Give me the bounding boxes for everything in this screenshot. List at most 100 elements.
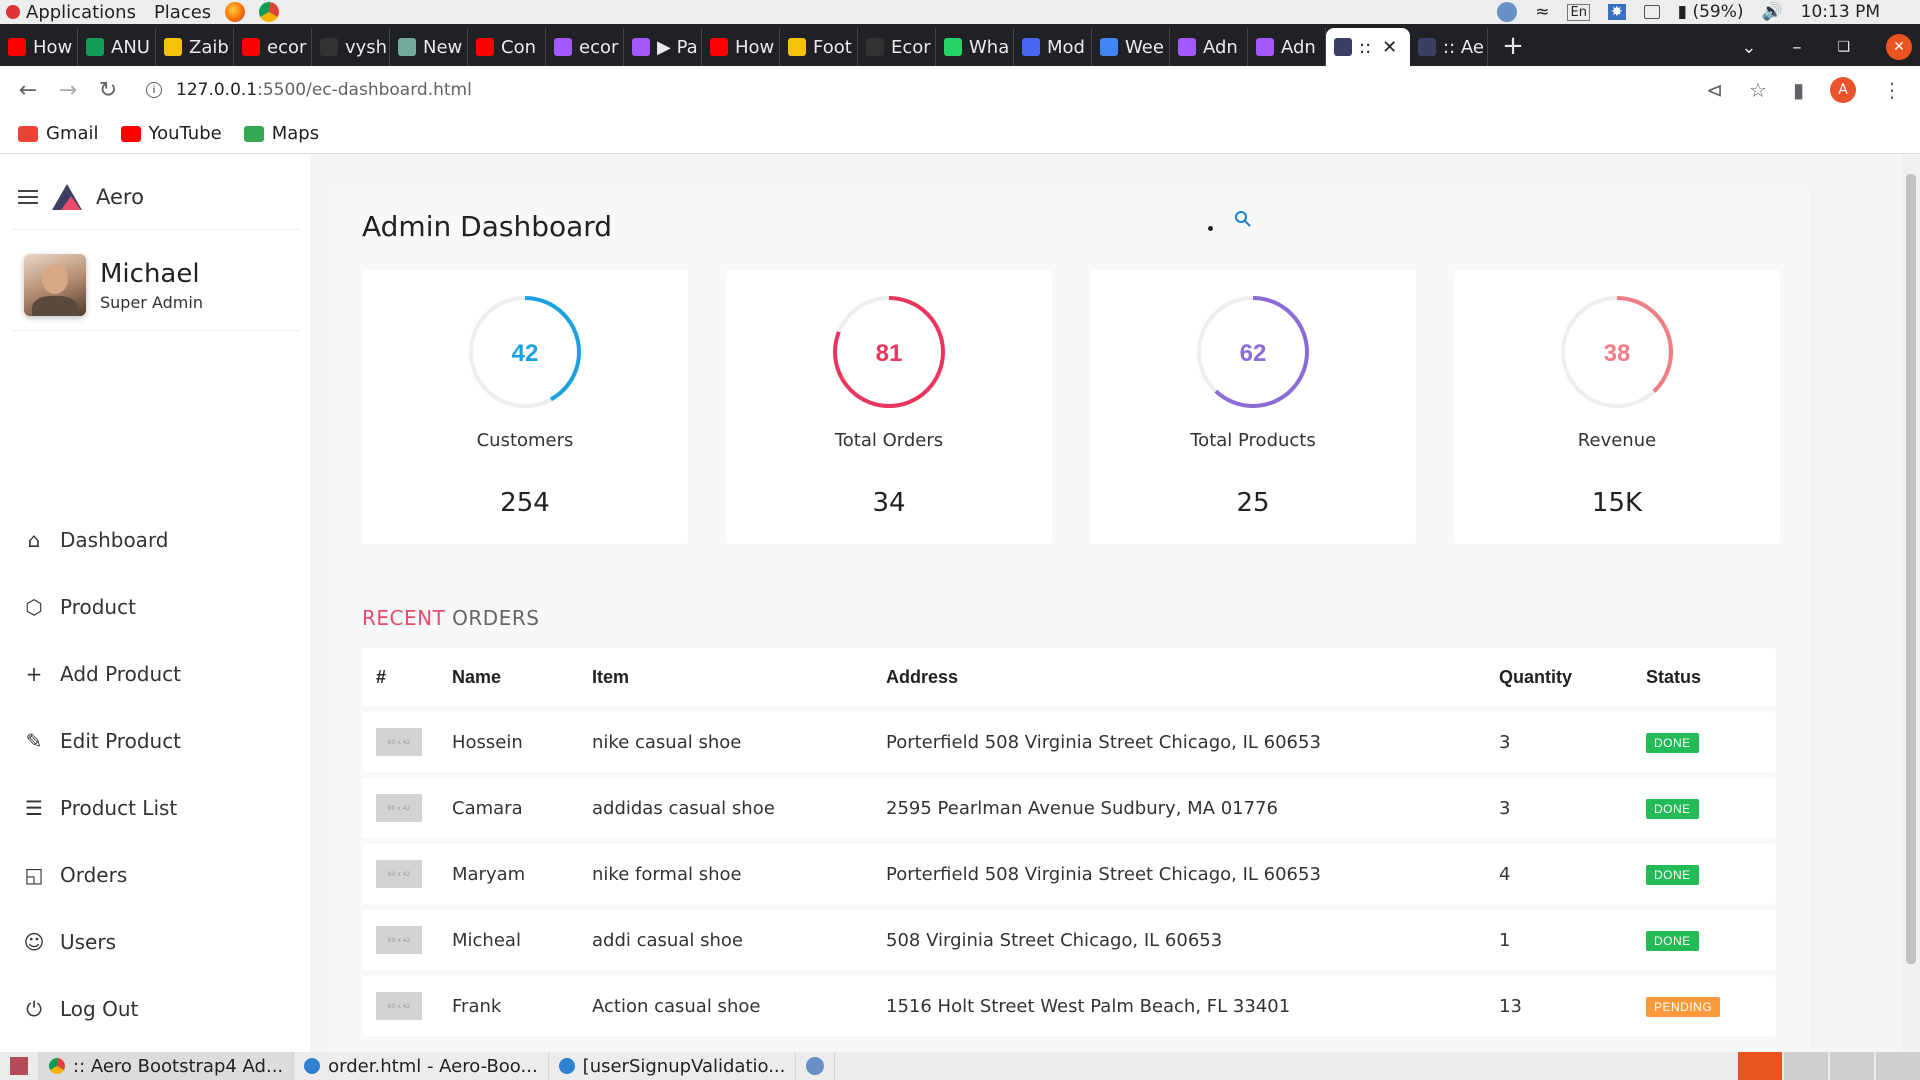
bookmark-youtube[interactable]: YouTube	[120, 123, 222, 144]
tab-search-icon[interactable]: ⌄	[1741, 37, 1756, 58]
browser-tab[interactable]: vysh	[312, 28, 390, 66]
workspace-switcher[interactable]	[1736, 1052, 1920, 1080]
volume-icon[interactable]: 🔊	[1762, 2, 1783, 22]
cell-thumbnail: 80 x 42	[362, 860, 452, 888]
browser-tab[interactable]: Adn	[1248, 28, 1326, 66]
sidebar-item-product-list[interactable]: ☰ Product List	[22, 774, 181, 841]
browser-tab[interactable]: ecor	[546, 28, 624, 66]
browser-tab[interactable]: ecor	[234, 28, 312, 66]
browser-tab[interactable]: Adn	[1170, 28, 1248, 66]
stat-label: Total Products	[1190, 430, 1316, 451]
back-icon[interactable]: ←	[8, 78, 48, 103]
taskbar-window[interactable]: [userSignupValidatio...	[549, 1052, 797, 1080]
url-field[interactable]: i 127.0.0.1:5500/ec-dashboard.html	[146, 80, 472, 100]
close-window-icon[interactable]: ✕	[1886, 34, 1912, 60]
sidebar-item-orders[interactable]: ◱ Orders	[22, 841, 181, 908]
browser-tab[interactable]: ▶ Pa	[624, 28, 702, 66]
sidebar-item-label: Product List	[60, 795, 178, 820]
workspace-2[interactable]	[1784, 1052, 1828, 1080]
scrollbar-thumb[interactable]	[1906, 174, 1916, 964]
site-info-icon[interactable]: i	[146, 82, 162, 98]
tab-title: Zaib	[189, 36, 229, 58]
bookmark-maps[interactable]: Maps	[243, 123, 320, 144]
stat-value: 254	[500, 488, 550, 518]
clock[interactable]: 10:13 PM	[1801, 2, 1880, 22]
plus-icon: +	[25, 661, 43, 686]
page-scrollbar[interactable]	[1902, 154, 1920, 1052]
stat-label: Customers	[476, 430, 574, 451]
workspace-3[interactable]	[1830, 1052, 1874, 1080]
hamburger-menu-icon[interactable]	[18, 190, 38, 204]
workspace-4[interactable]	[1876, 1052, 1920, 1080]
network-globe-icon[interactable]	[1497, 2, 1518, 22]
recent-orders-table: # Name Item Address Quantity Status 80 x 42 Ho…	[362, 648, 1776, 1036]
browser-tab[interactable]: Ecor	[858, 28, 936, 66]
vscode-icon	[558, 1058, 575, 1074]
restore-icon[interactable]: ❑	[1837, 39, 1850, 55]
browser-tab[interactable]: Zaib	[156, 28, 234, 66]
browser-tab[interactable]: :: Ae	[1410, 28, 1488, 66]
browser-tab[interactable]: New	[390, 28, 468, 66]
url-path: :5500/ec-dashboard.html	[257, 80, 472, 100]
chrome-icon[interactable]	[259, 2, 280, 22]
browser-tab[interactable]: Mod	[1014, 28, 1092, 66]
firefox-icon[interactable]	[225, 2, 246, 22]
places-label: Places	[153, 1, 212, 23]
cell-quantity: 3	[1499, 731, 1511, 753]
side-panel-icon[interactable]: ▮	[1793, 78, 1804, 102]
chrome-icon	[49, 1058, 65, 1074]
browser-tab[interactable]: Wha	[936, 28, 1014, 66]
tab-close-icon[interactable]: ✕	[1382, 37, 1397, 58]
browser-tab[interactable]: :: ✕	[1326, 28, 1410, 66]
sidebar-item-add-product[interactable]: + Add Product	[22, 640, 181, 707]
places-menu[interactable]: Places	[154, 2, 211, 23]
window-controls: ⌄ – ❑ ✕	[1741, 28, 1920, 66]
sidebar-item-dashboard[interactable]: ⌂ Dashboard	[22, 506, 181, 573]
power-icon: ⏻	[26, 996, 42, 1021]
browser-tab[interactable]: ANU	[78, 28, 156, 66]
sidebar-item-product[interactable]: ⬡ Product	[22, 573, 181, 640]
sidebar-item-log-out[interactable]: ⏻ Log Out	[22, 975, 181, 1042]
kebab-menu-icon[interactable]: ⋮	[1882, 78, 1902, 102]
user-profile[interactable]: Michael Super Admin	[24, 254, 203, 316]
bluetooth-icon[interactable]: ✸	[1607, 4, 1626, 20]
minimize-icon[interactable]: –	[1792, 37, 1801, 58]
mail-icon[interactable]	[1643, 5, 1660, 19]
browser-tab[interactable]: Foot	[780, 28, 858, 66]
product-thumbnail: 80 x 42	[376, 926, 422, 954]
tab-favicon-icon	[1022, 38, 1040, 56]
table-row[interactable]: 80 x 42 Camara addidas casual shoe 2595 Pea…	[362, 778, 1776, 838]
wifi-icon[interactable]: ≈	[1535, 2, 1549, 22]
sidebar-item-users[interactable]: ☺ Users	[22, 908, 181, 975]
taskbar-window[interactable]: order.html - Aero-Boo...	[294, 1052, 549, 1080]
workspace-1[interactable]	[1738, 1052, 1782, 1080]
table-row[interactable]: 80 x 42 Frank Action casual shoe 1516 Holt …	[362, 976, 1776, 1036]
keyboard-layout[interactable]: En	[1567, 3, 1590, 21]
bookmark-star-icon[interactable]: ☆	[1749, 78, 1767, 102]
table-row[interactable]: 80 x 42 Maryam nike formal shoe Porterfield…	[362, 844, 1776, 904]
taskbar-globe-icon[interactable]	[796, 1052, 836, 1080]
browser-tab[interactable]: How	[702, 28, 780, 66]
taskbar-window[interactable]: :: Aero Bootstrap4 Ad...	[39, 1052, 295, 1080]
table-row[interactable]: 80 x 42 Micheal addi casual shoe 508 Virgin…	[362, 910, 1776, 970]
reload-icon[interactable]: ↻	[88, 78, 128, 103]
sidebar-item-edit-product[interactable]: ✎ Edit Product	[22, 707, 181, 774]
bookmark-gmail[interactable]: Gmail	[18, 123, 99, 144]
bookmark-label: Maps	[271, 123, 320, 144]
browser-tab[interactable]: How	[0, 28, 78, 66]
browser-tab[interactable]: Con	[468, 28, 546, 66]
tab-title: Wha	[969, 36, 1010, 58]
table-row[interactable]: 80 x 42 Hossein nike casual shoe Porterfiel…	[362, 712, 1776, 772]
new-tab-button[interactable]: +	[1488, 28, 1538, 66]
tab-favicon-icon	[554, 38, 572, 56]
tab-favicon-icon	[476, 38, 494, 56]
workspace-icon[interactable]	[0, 1052, 39, 1080]
search-icon[interactable]	[1234, 210, 1252, 228]
profile-avatar-icon[interactable]: A	[1830, 77, 1856, 103]
share-icon[interactable]: ⊲	[1706, 78, 1723, 102]
signal-icon: ▮	[1677, 2, 1688, 22]
battery-indicator[interactable]: ▮ (59%)	[1678, 2, 1744, 22]
forward-icon[interactable]: →	[48, 78, 88, 103]
browser-tab[interactable]: Wee	[1092, 28, 1170, 66]
applications-menu[interactable]: Applications	[6, 2, 136, 23]
